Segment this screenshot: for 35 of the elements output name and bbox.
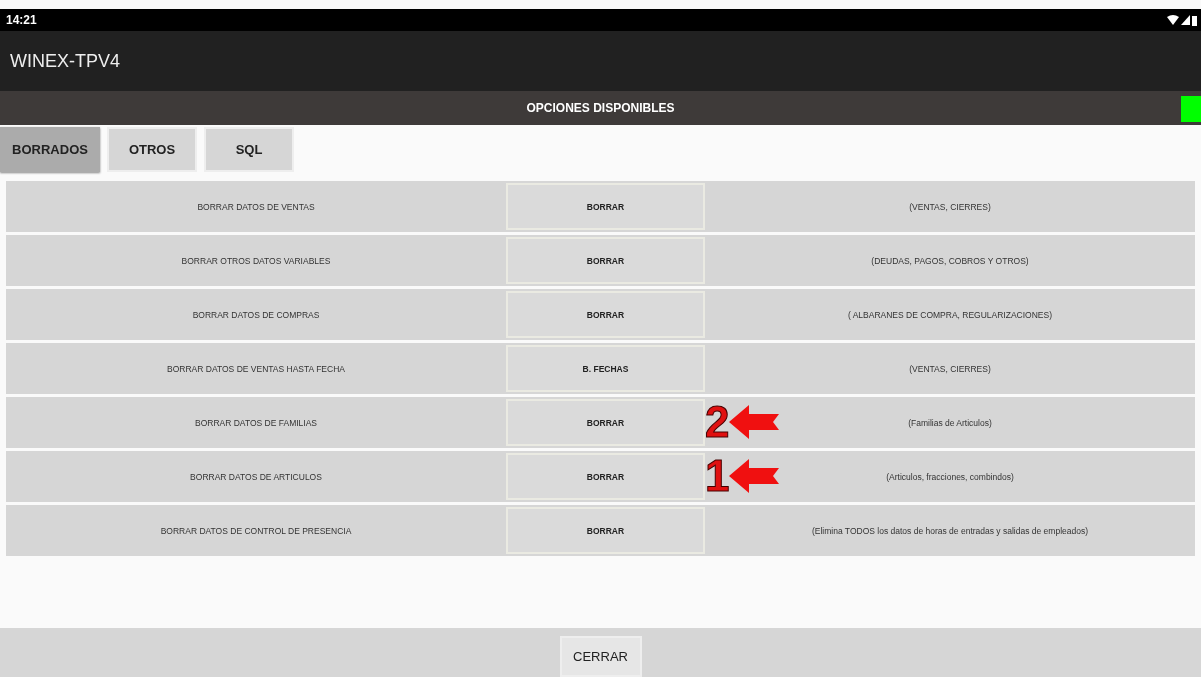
annotation-number: 2 [705,399,730,445]
option-description: (VENTAS, CIERRES) [909,201,991,212]
option-label: BORRAR DATOS DE CONTROL DE PRESENCIA [159,525,353,536]
signal-icon [1181,15,1190,25]
wifi-icon [1167,15,1179,25]
option-description: ( ALBARANES DE COMPRA, REGULARIZACIONES) [847,309,1052,320]
annotation-number: 1 [705,453,730,499]
option-button[interactable]: BORRAR [506,399,705,446]
option-label: BORRAR DATOS DE FAMILIAS [194,417,318,428]
option-label: BORRAR DATOS DE VENTAS [196,201,316,212]
option-description: (DEUDAS, PAGOS, COBROS Y OTROS) [871,255,1029,266]
app-title: WINEX-TPV4 [10,50,120,72]
arrow-icon [729,459,780,493]
option-label: BORRAR DATOS DE VENTAS HASTA FECHA [166,363,346,374]
option-description: (Familias de Articulos) [908,417,992,428]
tab[interactable]: BORRADOS [0,127,100,172]
option-button[interactable]: B. FECHAS [506,345,705,392]
option-label: BORRAR OTROS DATOS VARIABLES [180,255,332,266]
option-button[interactable]: BORRAR [506,183,705,230]
option-button[interactable]: BORRAR [506,291,705,338]
option-description: (Articulos, fracciones, combindos) [886,471,1014,482]
option-description: (Elimina TODOS los datos de horas de entradas y salidas de empleados) [811,525,1089,536]
close-button[interactable]: CERRAR [559,636,642,677]
option-label: BORRAR DATOS DE COMPRAS [191,309,321,320]
battery-icon [1192,14,1197,26]
option-button[interactable]: BORRAR [506,237,705,284]
option-label: BORRAR DATOS DE ARTICULOS [189,471,323,482]
status-time: 14:21 [6,13,37,27]
tab[interactable]: SQL [204,127,294,172]
header-title: OPCIONES DISPONIBLES [525,101,676,115]
option-description: (VENTAS, CIERRES) [909,363,991,374]
option-button[interactable]: BORRAR [506,453,705,500]
arrow-icon [729,405,780,439]
tab[interactable]: OTROS [107,127,197,172]
option-button[interactable]: BORRAR [506,507,705,554]
